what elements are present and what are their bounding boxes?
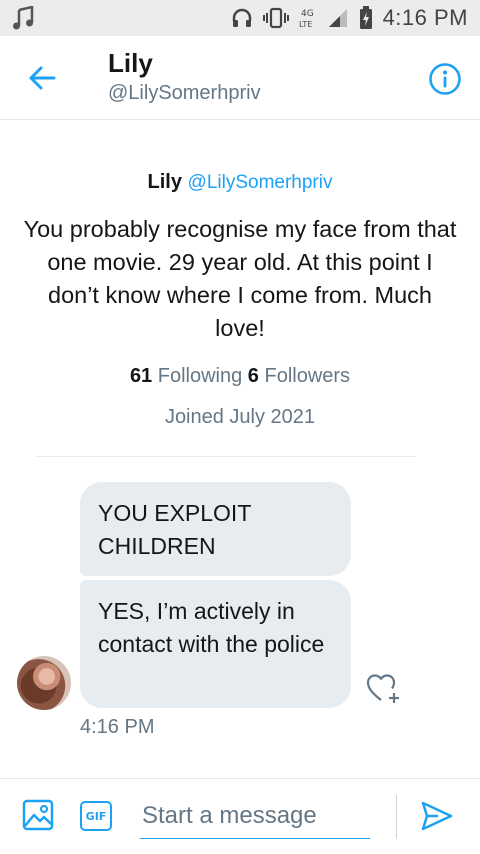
svg-text:LTE: LTE [299, 20, 312, 29]
info-button[interactable] [428, 62, 462, 96]
battery-icon [359, 6, 373, 30]
heart-plus-icon [366, 674, 399, 703]
followers-label: Followers [264, 365, 351, 387]
profile-nameline: Lily @LilySomerhpriv [0, 168, 480, 197]
info-icon [429, 63, 461, 95]
following-count: 61 [129, 365, 153, 387]
followers-count: 6 [247, 365, 259, 387]
media-button[interactable] [22, 799, 54, 831]
message-input[interactable] [140, 793, 370, 839]
send-button[interactable] [420, 799, 454, 833]
divider [36, 456, 416, 457]
header-title-block[interactable]: Lily @LilySomerhpriv [108, 48, 261, 106]
status-time: 4:16 PM [382, 5, 468, 30]
profile-name: Lily [147, 171, 182, 193]
message-bubble[interactable]: YES, I’m actively in contact with the po… [80, 580, 351, 708]
profile-joined-date: Joined July 2021 [164, 406, 316, 428]
profile-handle: @LilySomerhpriv [187, 172, 333, 193]
header-handle: @LilySomerhpriv [108, 82, 261, 104]
profile-bio: You probably recognise my face from that… [23, 216, 457, 341]
header-name: Lily [108, 48, 153, 78]
following-label: Following [157, 365, 243, 387]
message-bubble[interactable]: YOU EXPLOIT CHILDREN [80, 482, 351, 576]
image-icon [22, 799, 54, 831]
avatar[interactable] [17, 656, 71, 710]
send-icon [421, 801, 453, 831]
headphones-icon [231, 7, 253, 29]
network-4g-icon: 4G LTE [299, 6, 317, 30]
music-note-icon [12, 6, 34, 30]
conversation-header: Lily @LilySomerhpriv [0, 36, 480, 120]
signal-icon [327, 8, 349, 28]
back-button[interactable] [26, 62, 58, 94]
profile-summary[interactable]: Lily @LilySomerhpriv You probably recogn… [0, 168, 480, 429]
like-button[interactable] [366, 672, 402, 706]
gif-label: GIF [85, 809, 107, 823]
arrow-left-icon [29, 66, 56, 90]
svg-text:4G: 4G [301, 9, 314, 19]
status-bar: 4G LTE 4:16 PM [0, 0, 480, 36]
profile-stats: 61 Following 6 Followers [0, 365, 480, 388]
message-timestamp: 4:16 PM [80, 716, 155, 738]
divider [396, 795, 397, 839]
gif-button[interactable]: GIF [80, 801, 112, 831]
vibrate-icon [262, 7, 289, 29]
message-composer: GIF [0, 778, 480, 854]
